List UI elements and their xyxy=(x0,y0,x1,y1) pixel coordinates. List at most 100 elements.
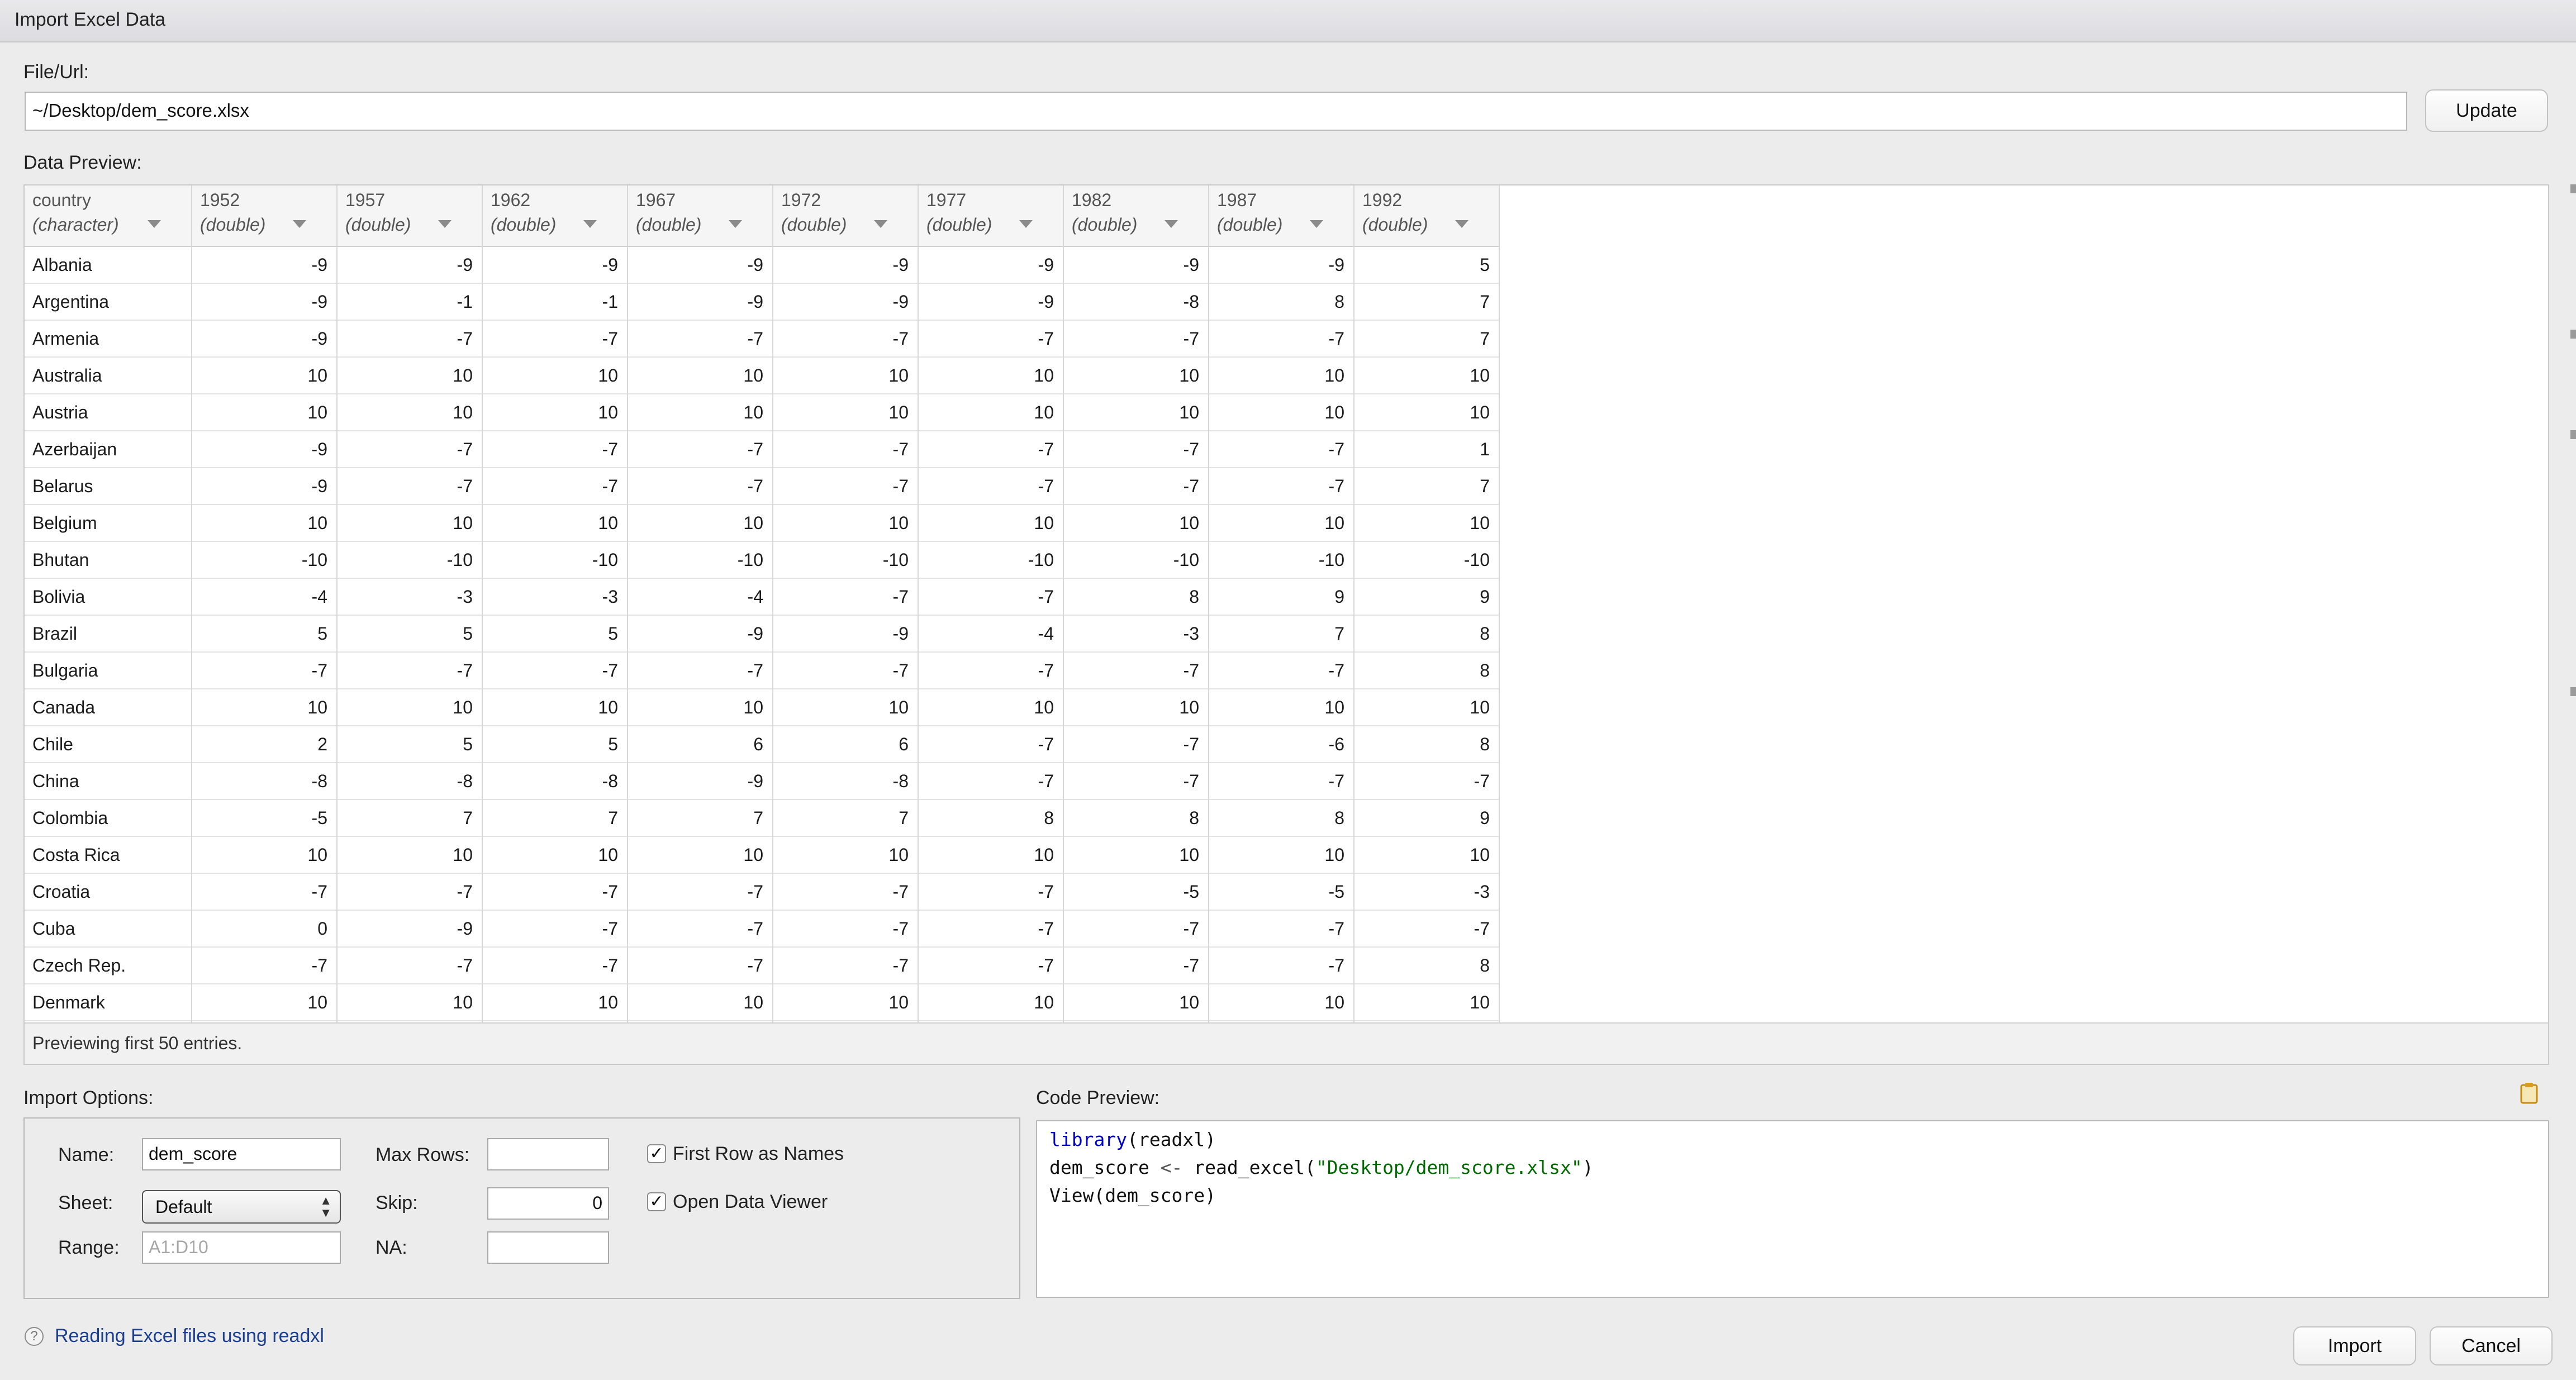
table-cell: -9 xyxy=(483,247,627,284)
column-header[interactable]: country (character) xyxy=(25,185,191,247)
skip-input[interactable]: 0 xyxy=(487,1187,609,1220)
update-button[interactable]: Update xyxy=(2425,89,2548,132)
column-type-dropdown-icon[interactable] xyxy=(729,220,742,228)
code-text: read_excel( xyxy=(1182,1157,1316,1178)
table-cell: 10 xyxy=(338,984,482,1021)
preview-status: Previewing first 50 entries. xyxy=(25,1022,2548,1064)
import-options-label: Import Options: xyxy=(23,1087,154,1108)
cancel-button[interactable]: Cancel xyxy=(2430,1326,2553,1365)
column-type-dropdown-icon[interactable] xyxy=(1019,220,1033,228)
table-cell: 1 xyxy=(1354,431,1499,468)
file-url-label: File/Url: xyxy=(23,61,89,83)
file-url-input[interactable]: ~/Desktop/dem_score.xlsx xyxy=(25,92,2407,131)
table-cell: 8 xyxy=(1064,800,1208,837)
table-cell: 10 xyxy=(1354,689,1499,726)
help-link-row[interactable]: ? Reading Excel files using readxl xyxy=(25,1325,324,1347)
column-type-dropdown-icon[interactable] xyxy=(293,220,306,228)
column-type-dropdown-icon[interactable] xyxy=(1455,220,1468,228)
column-type-dropdown-icon[interactable] xyxy=(583,220,597,228)
column-header[interactable]: 1972 (double) xyxy=(773,185,918,247)
table-cell: -5 xyxy=(1209,874,1353,911)
column-type: (character) xyxy=(32,215,119,235)
table-cell: 10 xyxy=(773,689,918,726)
column-header[interactable]: 1992 (double) xyxy=(1354,185,1499,247)
column-0: country (character) Albania Argentina Armeni… xyxy=(25,185,192,1024)
column-header[interactable]: 1967 (double) xyxy=(628,185,772,247)
table-cell: 5 xyxy=(1354,247,1499,284)
column-type: (double) xyxy=(200,215,266,235)
code-operator: <- xyxy=(1160,1157,1183,1178)
table-cell: -7 xyxy=(192,653,336,689)
column-header[interactable]: 1952 (double) xyxy=(192,185,336,247)
table-cell: 10 xyxy=(1209,394,1353,431)
table-cell: 10 xyxy=(1064,837,1208,874)
column-type-dropdown-icon[interactable] xyxy=(1165,220,1178,228)
table-cell: 5 xyxy=(338,616,482,653)
import-button[interactable]: Import xyxy=(2293,1326,2416,1365)
table-cell: 5 xyxy=(483,616,627,653)
table-cell: -7 xyxy=(1209,431,1353,468)
table-cell: -7 xyxy=(338,948,482,984)
column-name: 1952 xyxy=(200,190,240,210)
table-cell: -9 xyxy=(628,763,772,800)
name-input[interactable]: dem_score xyxy=(142,1138,341,1170)
column-header[interactable]: 1987 (double) xyxy=(1209,185,1353,247)
column-type: (double) xyxy=(345,215,411,235)
first-row-checkbox[interactable]: ✓ xyxy=(647,1144,666,1163)
table-cell: -10 xyxy=(192,542,336,579)
column-type-dropdown-icon[interactable] xyxy=(148,220,161,228)
column-type-dropdown-icon[interactable] xyxy=(1310,220,1323,228)
table-cell: Brazil xyxy=(25,616,191,653)
column-6: 1977 (double) -9 -9 -7 10 10 -7 -7 10 -10 -7 -4 -7 10-… xyxy=(919,185,1064,1024)
table-cell: 10 xyxy=(628,837,772,874)
table-cell: 5 xyxy=(192,616,336,653)
table-cell: -5 xyxy=(1064,874,1208,911)
table-cell: -9 xyxy=(192,468,336,505)
column-header[interactable]: 1962 (double) xyxy=(483,185,627,247)
table-cell: -7 xyxy=(919,726,1063,763)
max-rows-input[interactable] xyxy=(487,1138,609,1170)
table-cell: -10 xyxy=(773,542,918,579)
table-cell: -7 xyxy=(773,653,918,689)
column-type-dropdown-icon[interactable] xyxy=(874,220,887,228)
table-cell: -9 xyxy=(919,284,1063,321)
table-cell: 10 xyxy=(919,984,1063,1021)
table-cell: 10 xyxy=(338,837,482,874)
column-name: 1962 xyxy=(491,190,531,210)
table-cell: 10 xyxy=(483,837,627,874)
table-cell: -7 xyxy=(1209,468,1353,505)
table-cell: -9 xyxy=(192,284,336,321)
table-cell: -9 xyxy=(338,911,482,948)
range-input[interactable]: A1:D10 xyxy=(142,1231,341,1264)
table-cell: -7 xyxy=(628,874,772,911)
table-cell: 10 xyxy=(1209,358,1353,394)
table-cell: -10 xyxy=(1354,542,1499,579)
clipboard-icon[interactable] xyxy=(2520,1082,2538,1104)
na-input[interactable] xyxy=(487,1231,609,1264)
column-header[interactable]: 1977 (double) xyxy=(919,185,1063,247)
column-header[interactable]: 1982 (double) xyxy=(1064,185,1208,247)
code-string: "Desktop/dem_score.xlsx" xyxy=(1315,1157,1582,1178)
table-cell: -7 xyxy=(192,948,336,984)
table-cell: -7 xyxy=(1209,948,1353,984)
table-cell: -4 xyxy=(192,579,336,616)
column-header[interactable]: 1957 (double) xyxy=(338,185,482,247)
table-cell: 10 xyxy=(919,358,1063,394)
table-cell: 8 xyxy=(1354,726,1499,763)
column-type: (double) xyxy=(1072,215,1138,235)
column-type-dropdown-icon[interactable] xyxy=(438,220,451,228)
table-cell: -7 xyxy=(773,874,918,911)
table-cell: -7 xyxy=(628,653,772,689)
name-label: Name: xyxy=(58,1144,115,1165)
table-cell: -7 xyxy=(1064,321,1208,358)
sheet-select[interactable]: Default ▲ ▼ xyxy=(142,1190,341,1224)
table-cell: 9 xyxy=(1209,579,1353,616)
table-cell: China xyxy=(25,763,191,800)
table-cell: -7 xyxy=(1064,911,1208,948)
table-cell: 10 xyxy=(192,689,336,726)
readxl-help-link[interactable]: Reading Excel files using readxl xyxy=(55,1325,324,1347)
open-viewer-checkbox[interactable]: ✓ xyxy=(647,1192,666,1211)
table-cell: -7 xyxy=(1209,653,1353,689)
table-cell: 10 xyxy=(483,689,627,726)
column-9: 1992 (double) 5 7 7 10 10 1 7 10 -10 9 8 8 10 8 -7 9 10 -3-… xyxy=(1354,185,1500,1024)
